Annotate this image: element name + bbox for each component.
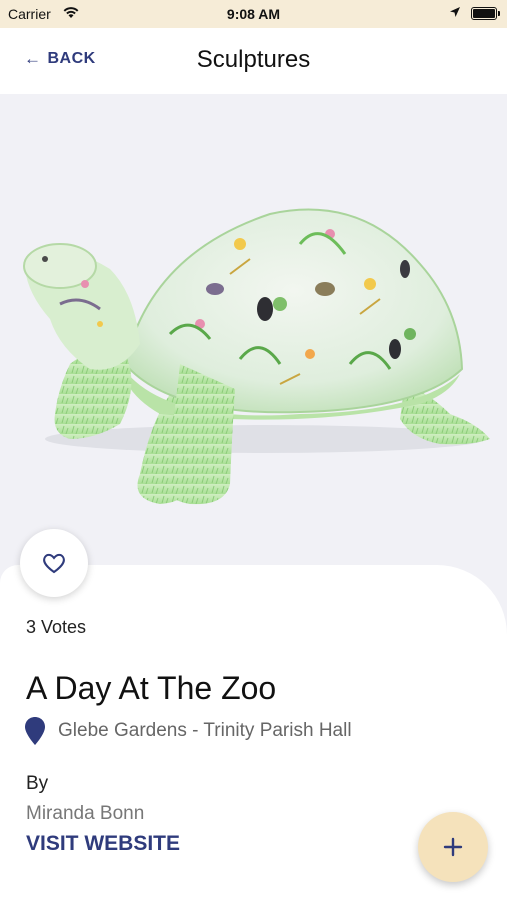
sculpture-image [0,94,507,574]
turtle-sculpture-image [23,208,490,505]
visit-website-link[interactable]: VISIT WEBSITE [26,832,180,856]
sculpture-title: A Day At The Zoo [26,670,277,706]
navigation-bar: ← BACK Sculptures [0,28,507,94]
by-label: By [26,773,49,794]
location-row[interactable]: Glebe Gardens - Trinity Parish Hall [24,716,352,746]
battery-icon [471,7,497,20]
artist-name: Miranda Bonn [26,803,145,824]
heart-outline-icon [43,553,65,574]
favorite-button[interactable] [20,529,88,597]
page-title: Sculptures [196,46,311,73]
status-bar: Carrier 9:08 AM [0,0,507,28]
clock: 9:08 AM [226,6,281,22]
battery-tip [498,11,500,16]
location-arrow-icon [450,7,460,17]
plus-icon [443,837,463,857]
location-text: Glebe Gardens - Trinity Parish Hall [58,720,352,741]
vote-count: 3 Votes [26,617,87,637]
map-pin-icon [25,717,45,745]
add-button[interactable] [418,812,488,882]
